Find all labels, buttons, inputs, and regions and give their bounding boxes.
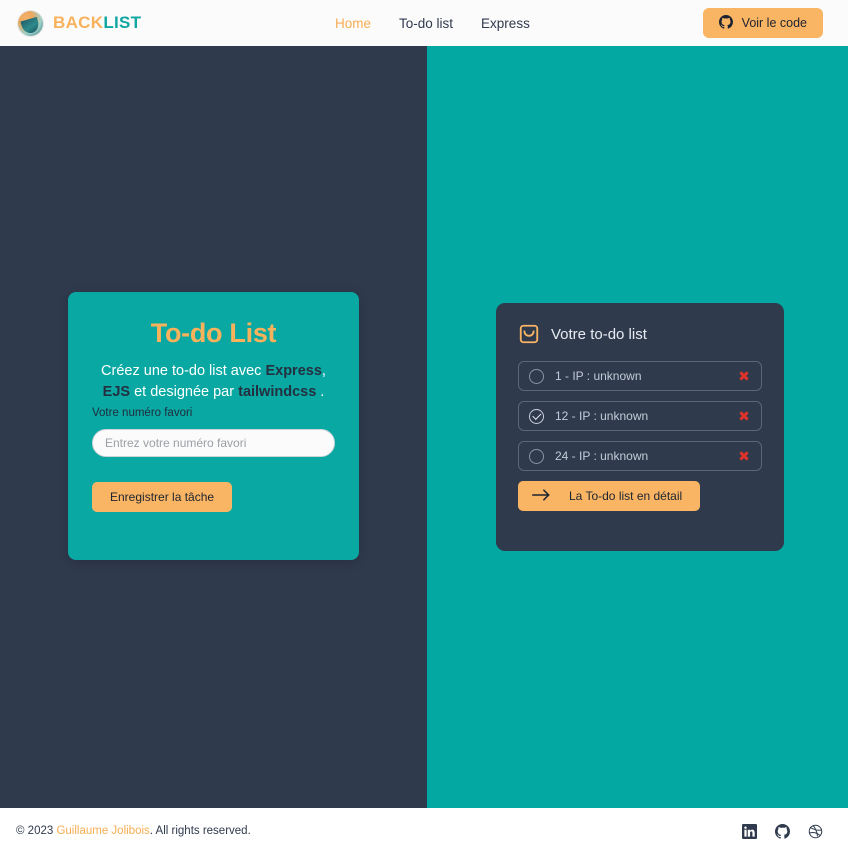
backlist-circular-logo-icon [18, 10, 43, 36]
favorite-number-label: Votre numéro favori [92, 407, 193, 419]
todo-item-label: 24 - IP : unknown [555, 449, 649, 463]
page-root: BACKLIST Home To-do list Express Voir le… [0, 0, 854, 854]
todo-form-card: To-do List Créez une to-do list avec Exp… [68, 292, 359, 560]
copyright-text: © 2023 Guillaume Jolibois. All rights re… [16, 825, 251, 837]
save-task-button[interactable]: Enregistrer la tâche [92, 482, 233, 512]
table-row[interactable]: 24 - IP : unknown ✖ [518, 441, 762, 471]
site-header: BACKLIST Home To-do list Express Voir le… [0, 0, 848, 46]
author-link[interactable]: Guillaume Jolibois [56, 825, 149, 837]
todo-checkbox[interactable] [529, 368, 544, 384]
brand-back-text: BACK [53, 13, 104, 32]
delete-todo-button[interactable]: ✖ [727, 442, 761, 470]
nav-item-todo-list[interactable]: To-do list [399, 16, 453, 31]
todo-list-header: Votre to-do list [518, 323, 762, 345]
todo-description: Créez une to-do list avec Express, EJS e… [92, 361, 335, 403]
right-edge-strip [848, 0, 854, 854]
github-icon[interactable] [775, 823, 790, 839]
copyright-suffix: . All rights reserved. [149, 825, 251, 837]
todo-item-label: 12 - IP : unknown [555, 409, 649, 423]
brand-text: BACKLIST [53, 13, 141, 33]
view-code-button-label: Voir le code [741, 16, 807, 30]
todo-item-label: 1 - IP : unknown [555, 369, 642, 383]
todo-detail-button-label: La To-do list en détail [569, 489, 683, 503]
todo-detail-button[interactable]: La To-do list en détail [518, 481, 701, 511]
desc-tailwindcss: tailwindcss [238, 384, 317, 400]
github-icon [718, 14, 733, 32]
nav-item-home[interactable]: Home [335, 16, 371, 31]
site-footer: © 2023 Guillaume Jolibois. All rights re… [0, 808, 848, 854]
desc-text-2: , [321, 363, 326, 379]
delete-todo-button[interactable]: ✖ [727, 402, 761, 430]
page-title: To-do List [150, 318, 277, 348]
arrow-right-icon [532, 488, 551, 505]
social-links [742, 823, 823, 839]
brand-logo-link[interactable]: BACKLIST [18, 10, 141, 36]
inbox-icon [518, 323, 540, 345]
todo-checkbox[interactable] [529, 448, 544, 464]
table-row[interactable]: 12 - IP : unknown ✖ [518, 401, 762, 431]
desc-text-3: et designée par [130, 384, 239, 400]
todo-checkbox[interactable] [529, 408, 544, 424]
table-row[interactable]: 1 - IP : unknown ✖ [518, 361, 762, 391]
brand-list-text: LIST [103, 13, 142, 32]
desc-express: Express [265, 363, 322, 379]
nav-item-express[interactable]: Express [481, 16, 530, 31]
favorite-number-input[interactable] [92, 429, 335, 457]
linkedin-icon[interactable] [742, 823, 757, 839]
desc-text-1: Créez une to-do list avec [101, 363, 266, 379]
copyright-prefix: © 2023 [16, 825, 57, 837]
primary-nav: Home To-do list Express [335, 0, 530, 46]
delete-todo-button[interactable]: ✖ [727, 362, 761, 390]
todo-list-card: Votre to-do list 1 - IP : unknown ✖ 12 -… [496, 303, 784, 551]
todo-list-title: Votre to-do list [551, 325, 647, 343]
view-code-button[interactable]: Voir le code [702, 8, 823, 38]
dribbble-icon[interactable] [808, 824, 823, 839]
desc-ejs: EJS [102, 384, 131, 400]
desc-text-4: . [316, 384, 325, 400]
